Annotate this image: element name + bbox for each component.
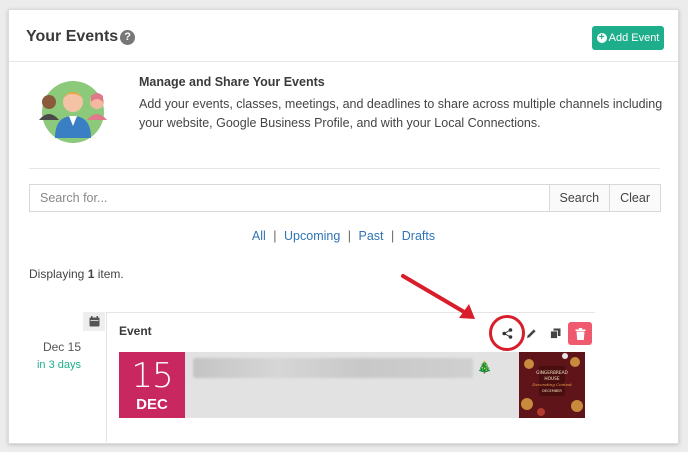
event-relative-label: in 3 days bbox=[36, 359, 81, 371]
edit-button[interactable] bbox=[520, 322, 542, 344]
annotation-arrow bbox=[401, 274, 475, 319]
question-circle-icon[interactable]: ? bbox=[120, 29, 136, 45]
thumbnail-line-4: DECEMBER bbox=[542, 389, 562, 393]
page-title: Your Events ? bbox=[26, 28, 136, 46]
filter-drafts[interactable]: Drafts bbox=[402, 229, 435, 243]
result-count: Displaying 1 item. bbox=[29, 267, 124, 281]
result-count-prefix: Displaying bbox=[29, 267, 85, 281]
divider bbox=[29, 168, 660, 169]
page-title-text: Your Events bbox=[26, 28, 119, 45]
filter-upcoming[interactable]: Upcoming bbox=[284, 229, 340, 243]
event-preview[interactable]: 15 DEC 🎄 GINGERBREAD HOUSE Decorating Co… bbox=[119, 352, 585, 418]
search-input[interactable] bbox=[29, 184, 549, 212]
christmas-tree-icon: 🎄 bbox=[477, 360, 492, 374]
event-card-title: Event bbox=[119, 324, 152, 338]
event-date-month: DEC bbox=[136, 396, 168, 413]
filter-past[interactable]: Past bbox=[359, 229, 384, 243]
filter-all[interactable]: All bbox=[252, 229, 266, 243]
filter-separator: | bbox=[273, 229, 277, 243]
copy-button[interactable] bbox=[544, 322, 566, 344]
add-event-button[interactable]: + Add Event bbox=[592, 26, 664, 50]
event-date-label: Dec 15 bbox=[42, 340, 81, 354]
event-thumbnail: GINGERBREAD HOUSE Decorating Contest DEC… bbox=[519, 352, 585, 418]
trash-icon bbox=[575, 327, 585, 340]
filter-separator: | bbox=[391, 229, 395, 243]
clear-button[interactable]: Clear bbox=[610, 184, 661, 212]
thumbnail-line-1: GINGERBREAD bbox=[536, 370, 568, 376]
result-count-number: 1 bbox=[87, 267, 95, 281]
event-name-redacted bbox=[193, 358, 473, 378]
panel-header: Your Events ? + Add Event bbox=[9, 10, 678, 62]
result-count-suffix: item. bbox=[97, 267, 124, 281]
add-event-label: Add Event bbox=[608, 32, 660, 44]
calendar-icon bbox=[83, 312, 105, 331]
copy-icon bbox=[549, 328, 560, 339]
search-bar: Search Clear bbox=[29, 184, 661, 212]
edit-icon bbox=[526, 328, 536, 338]
thumbnail-line-3: Decorating Contest bbox=[531, 382, 572, 387]
event-card[interactable]: Event 15 DEC 🎄 GINGERBREAD HOUSE Decorat… bbox=[107, 312, 595, 422]
event-date-day: 15 bbox=[131, 356, 173, 396]
search-button[interactable]: Search bbox=[548, 184, 611, 212]
delete-button[interactable] bbox=[568, 322, 592, 345]
event-date-block: 15 DEC bbox=[119, 352, 185, 418]
events-panel: Your Events ? + Add Event Manage and Sha… bbox=[8, 9, 679, 444]
plus-circle-icon: + bbox=[596, 33, 607, 43]
filter-separator: | bbox=[347, 229, 352, 243]
intro-title: Manage and Share Your Events bbox=[139, 75, 325, 89]
filter-links: All | Upcoming | Past | Drafts bbox=[9, 229, 678, 243]
intro-text: Add your events, classes, meetings, and … bbox=[139, 97, 663, 130]
card-border bbox=[107, 312, 595, 313]
users-group-icon bbox=[33, 80, 113, 144]
